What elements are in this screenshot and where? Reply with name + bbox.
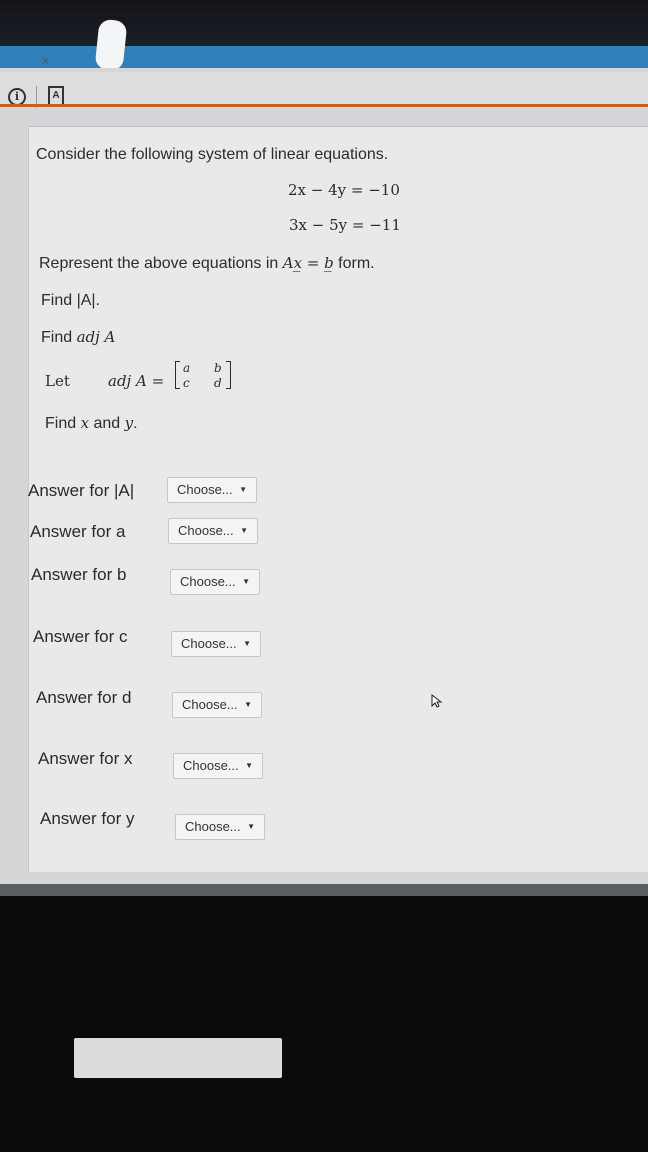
find-x-y: Find x and y. <box>45 414 138 433</box>
mouse-cursor-icon <box>431 694 443 708</box>
find-xy-mid: and <box>89 415 125 432</box>
answer-select-x[interactable]: Choose... ▼ <box>173 753 263 779</box>
question-intro: Consider the following system of linear … <box>36 146 389 163</box>
find-xy-pre: Find <box>45 415 81 432</box>
answer-select-b-value: Choose... <box>180 574 236 589</box>
represent-math: Ax̲ = b̲ <box>282 254 334 272</box>
equation-1: 2x − 4y = −10 <box>288 181 400 199</box>
answer-label-y: Answer for y <box>40 809 135 828</box>
answer-label-a: Answer for a <box>30 522 126 541</box>
represent-pre: Represent the above equations in <box>39 255 283 272</box>
find-xy-y: y <box>124 414 134 432</box>
chevron-down-icon: ▼ <box>244 700 252 709</box>
answer-select-c-value: Choose... <box>181 636 237 651</box>
let-word: Let <box>45 372 70 390</box>
matrix-bracket-left <box>175 361 180 389</box>
find-xy-x: x <box>80 414 90 432</box>
answer-select-x-value: Choose... <box>183 758 239 773</box>
answer-label-x: Answer for x <box>38 749 133 768</box>
find-adjoint: Find adj A <box>41 328 115 347</box>
answer-label-c: Answer for c <box>33 627 128 646</box>
answer-select-det[interactable]: Choose... ▼ <box>167 477 257 503</box>
answer-select-a[interactable]: Choose... ▼ <box>168 518 258 544</box>
answer-label-det: Answer for |A| <box>28 481 135 500</box>
answer-select-d[interactable]: Choose... ▼ <box>172 692 262 718</box>
matrix-entry-b: b <box>214 361 222 375</box>
find-xy-post: . <box>133 415 138 432</box>
taskbar-edge <box>0 884 648 896</box>
chevron-down-icon: ▼ <box>247 822 255 831</box>
find-adj-pre: Find <box>41 329 77 346</box>
represent-instruction: Represent the above equations in Ax̲ = b… <box>39 254 375 273</box>
adjoint-equals: adj A = <box>108 372 165 390</box>
matrix-bracket-right <box>226 361 231 389</box>
answer-select-y[interactable]: Choose... ▼ <box>175 814 265 840</box>
browser-toolbar <box>0 72 648 108</box>
answer-select-b[interactable]: Choose... ▼ <box>170 569 260 595</box>
answer-label-b: Answer for b <box>31 565 127 584</box>
represent-post: form. <box>333 255 375 272</box>
chevron-down-icon: ▼ <box>240 526 248 535</box>
find-adj-math: adj A <box>76 328 116 346</box>
matrix-entry-d: d <box>214 376 222 390</box>
accent-divider <box>0 104 648 107</box>
equation-2: 3x − 5y = −11 <box>289 216 401 234</box>
answer-select-c[interactable]: Choose... ▼ <box>171 631 261 657</box>
answer-select-d-value: Choose... <box>182 697 238 712</box>
answer-label-d: Answer for d <box>36 688 132 707</box>
chevron-down-icon: ▼ <box>243 639 251 648</box>
answer-select-det-value: Choose... <box>177 482 233 497</box>
answer-select-y-value: Choose... <box>185 819 241 834</box>
tab-close-icon[interactable]: × <box>42 54 49 68</box>
page-icon[interactable]: A <box>48 86 64 106</box>
chevron-down-icon: ▼ <box>239 485 247 494</box>
chevron-down-icon: ▼ <box>245 761 253 770</box>
chevron-down-icon: ▼ <box>242 577 250 586</box>
desk-object <box>74 1038 282 1078</box>
matrix-entry-c: c <box>183 376 190 390</box>
matrix-entry-a: a <box>183 361 191 375</box>
find-determinant: Find |A|. <box>41 292 100 309</box>
answer-select-a-value: Choose... <box>178 523 234 538</box>
